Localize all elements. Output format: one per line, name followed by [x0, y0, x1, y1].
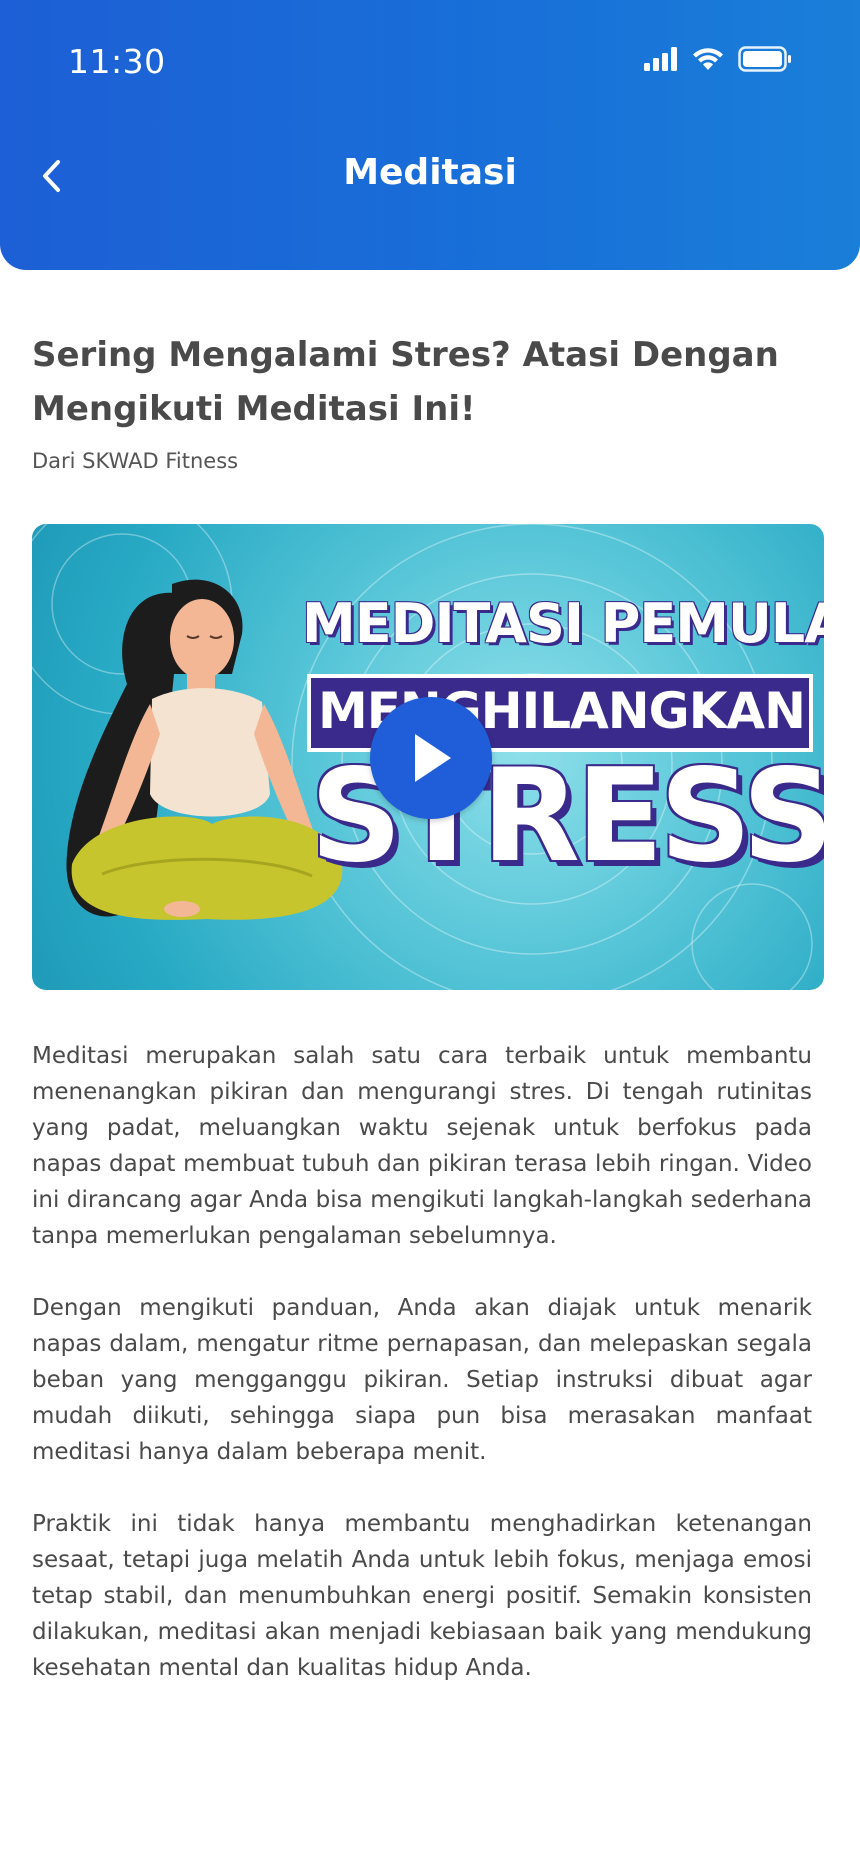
wifi-icon [693, 48, 723, 70]
battery-icon [738, 46, 791, 72]
article-title: Sering Mengalami Stres? Atasi Dengan Men… [32, 335, 779, 429]
page-title: Meditasi [343, 152, 517, 193]
article-source: Dari SKWAD Fitness [32, 449, 239, 473]
play-icon [415, 734, 451, 782]
woman-illustration [66, 579, 343, 920]
meditation-article-screen: 11:30 Meditasi Sering Mengalami Stres? A… [0, 0, 860, 1864]
video-thumbnail[interactable]: MEDITASI PEMULA MENGHILANGKAN STRESS [32, 524, 824, 990]
article-paragraph: Dengan mengikuti panduan, Anda akan diaj… [32, 1295, 812, 1465]
play-button[interactable] [370, 697, 492, 819]
thumbnail-text-line1: MEDITASI PEMULA [302, 592, 824, 655]
article-paragraph: Praktik ini tidak hanya membantu menghad… [32, 1511, 812, 1681]
article-body: Meditasi merupakan salah satu cara terba… [32, 1038, 812, 1722]
article-paragraph: Meditasi merupakan salah satu cara terba… [32, 1043, 812, 1249]
header-bar: 11:30 Meditasi [0, 0, 860, 270]
status-icons [644, 46, 792, 72]
signal-icon [644, 47, 677, 71]
status-time: 11:30 [68, 42, 166, 81]
